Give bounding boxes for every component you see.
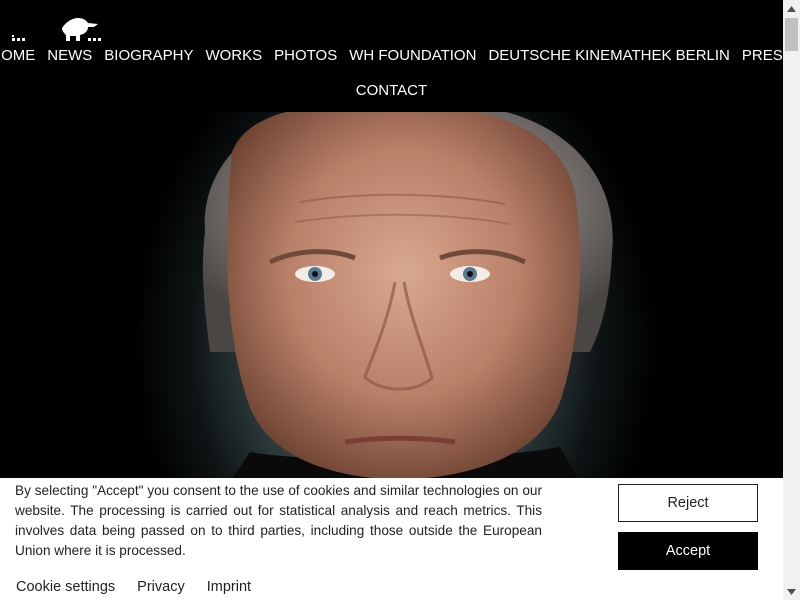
reject-button[interactable]: Reject (618, 484, 758, 522)
nav-item-deutsche-kinemathek[interactable]: DEUTSCHE KINEMATHEK BERLIN (482, 44, 735, 68)
chevron-down-icon[interactable] (783, 583, 800, 600)
portrait-photo (202, 112, 613, 482)
cookie-settings-link[interactable]: Cookie settings (16, 579, 115, 595)
cookie-banner: By selecting "Accept" you consent to the… (0, 478, 783, 600)
page: HOME NEWS BIOGRAPHY WORKS PHOTOS WH FOUN… (0, 0, 783, 600)
site-header: HOME NEWS BIOGRAPHY WORKS PHOTOS WH FOUN… (0, 0, 783, 112)
chevron-up-icon[interactable] (783, 0, 800, 17)
cookie-links: Cookie settings Privacy Imprint (16, 579, 269, 595)
logo-icon[interactable] (12, 14, 102, 44)
nav-item-works[interactable]: WORKS (199, 44, 268, 68)
nav-item-wh-foundation[interactable]: WH FOUNDATION (343, 44, 482, 68)
scrollbar-thumb[interactable] (785, 18, 798, 51)
nav-item-news[interactable]: NEWS (41, 44, 98, 68)
nav-item-home[interactable]: HOME (0, 44, 41, 68)
nav-item-contact[interactable]: CONTACT (350, 79, 433, 103)
nav-item-biography[interactable]: BIOGRAPHY (98, 44, 199, 68)
nav-item-photos[interactable]: PHOTOS (268, 44, 343, 68)
main-nav: HOME NEWS BIOGRAPHY WORKS PHOTOS WH FOUN… (0, 44, 783, 103)
cookie-consent-text: By selecting "Accept" you consent to the… (15, 483, 542, 558)
nav-item-press[interactable]: PRESS (736, 44, 783, 68)
privacy-link[interactable]: Privacy (137, 579, 185, 595)
hero-portrait (0, 112, 783, 482)
imprint-link[interactable]: Imprint (207, 579, 251, 595)
accept-button[interactable]: Accept (618, 532, 758, 570)
vertical-scrollbar[interactable] (783, 0, 800, 600)
